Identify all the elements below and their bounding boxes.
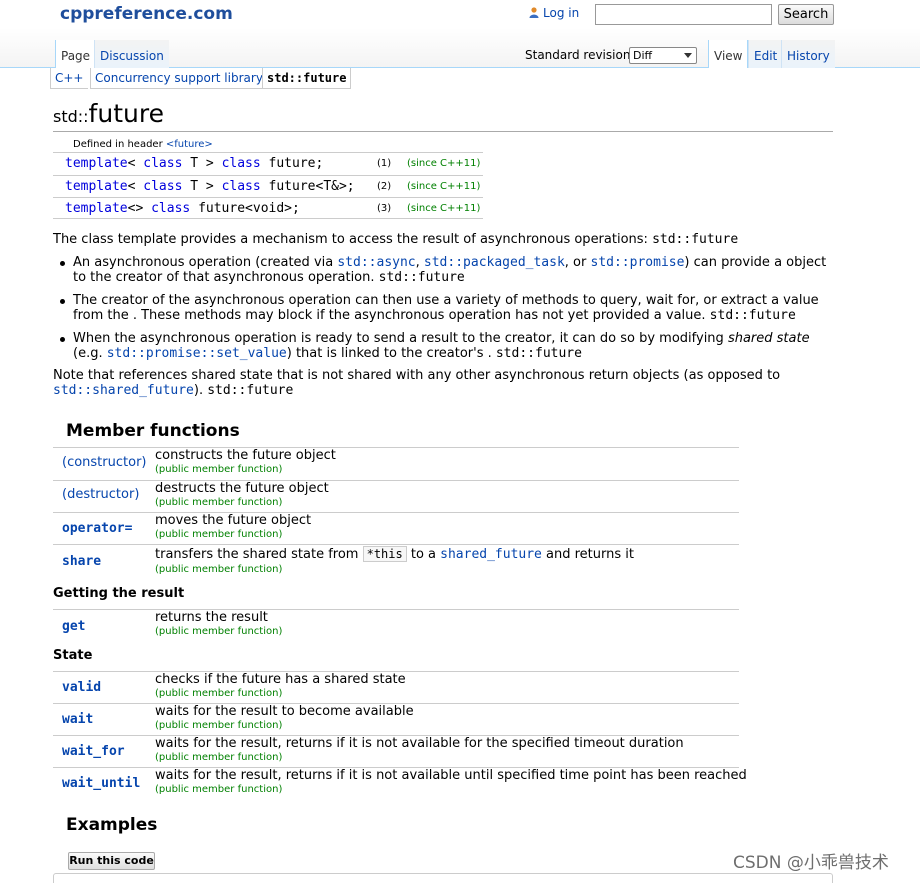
member-get-link[interactable]: get: [62, 619, 85, 634]
member-kind: (public member function): [155, 564, 283, 575]
examples-heading: Examples: [66, 815, 158, 835]
group-state: State: [53, 648, 93, 663]
member-wait-until-link[interactable]: wait_until: [62, 776, 140, 791]
site-logo[interactable]: cppreference.com: [60, 4, 233, 24]
run-code-button[interactable]: Run this code: [68, 852, 155, 870]
defined-in-header: Defined in header <future>: [73, 139, 213, 150]
member-description: constructs the future object: [155, 448, 336, 463]
list-item: An asynchronous operation (created via s…: [60, 255, 843, 285]
member-description: moves the future object: [155, 513, 312, 528]
since-badge: (since C++11): [407, 181, 481, 192]
top-bar: cppreference.com Log in Search Page Disc…: [0, 0, 920, 68]
member-wait-link[interactable]: wait: [62, 712, 93, 727]
breadcrumb-concurrency[interactable]: Concurrency support library: [90, 68, 267, 89]
async-link[interactable]: std::async: [337, 255, 415, 270]
title-name: future: [88, 99, 164, 128]
search-input[interactable]: [595, 4, 772, 25]
declaration-code: template<> class future<void>;: [65, 201, 300, 216]
revision-value: Diff: [633, 49, 653, 62]
member-description: checks if the future has a shared state: [155, 672, 406, 687]
header-label: Defined in header: [73, 139, 163, 150]
declaration-number: (3): [377, 203, 392, 214]
example-code-box: [53, 873, 833, 883]
member-wait-for-link[interactable]: wait_for: [62, 744, 125, 759]
set-value-link[interactable]: std::promise::set_value: [107, 346, 287, 361]
shared-future-link[interactable]: std::shared_future: [53, 383, 194, 398]
shared-future-link[interactable]: shared_future: [440, 547, 542, 562]
member-description: waits for the result to become available: [155, 704, 414, 719]
tab-history[interactable]: History: [781, 40, 835, 68]
intro-paragraph: The class template provides a mechanism …: [53, 232, 739, 247]
member-kind: (public member function): [155, 626, 283, 637]
member-kind: (public member function): [155, 752, 283, 763]
login-label: Log in: [543, 6, 580, 20]
member-kind: (public member function): [155, 464, 283, 475]
tab-discussion[interactable]: Discussion: [94, 40, 169, 68]
member-description: returns the result: [155, 610, 268, 625]
member-destructor-link[interactable]: (destructor): [62, 487, 139, 502]
declaration-row: template< class T > class future<T&>; (2…: [53, 175, 483, 197]
member-description: destructs the future object: [155, 481, 329, 496]
group-getting-result: Getting the result: [53, 586, 185, 601]
member-kind: (public member function): [155, 497, 283, 508]
declaration-row: template< class T > class future; (1) (s…: [53, 152, 483, 174]
watermark: CSDN @小乖兽技术: [733, 853, 889, 873]
tab-view[interactable]: View: [708, 40, 749, 68]
member-description: transfers the shared state from *this to…: [155, 546, 634, 562]
list-item: The creator of the asynchronous operatio…: [60, 293, 843, 323]
page-title: std::future: [53, 99, 833, 132]
since-badge: (since C++11): [407, 203, 481, 214]
member-valid-link[interactable]: valid: [62, 680, 101, 695]
declaration-number: (2): [377, 181, 392, 192]
declaration-number: (1): [377, 158, 392, 169]
member-share-link[interactable]: share: [62, 554, 101, 569]
member-description: waits for the result, returns if it is n…: [155, 768, 747, 783]
login-link[interactable]: Log in: [529, 6, 579, 20]
promise-link[interactable]: std::promise: [591, 255, 685, 270]
search-button[interactable]: Search: [778, 4, 834, 25]
header-link[interactable]: <future>: [166, 139, 213, 150]
standard-revision-label: Standard revision:: [525, 48, 635, 62]
member-operator-assign-link[interactable]: operator=: [62, 521, 132, 536]
member-constructor-link[interactable]: (constructor): [62, 455, 146, 470]
member-functions-heading: Member functions: [66, 421, 240, 441]
member-kind: (public member function): [155, 529, 283, 540]
member-kind: (public member function): [155, 784, 283, 795]
list-item: When the asynchronous operation is ready…: [60, 331, 843, 361]
member-description: waits for the result, returns if it is n…: [155, 736, 684, 751]
declaration-row: template<> class future<void>; (3) (sinc…: [53, 197, 483, 219]
dropdown-caret-icon: [684, 53, 692, 58]
since-badge: (since C++11): [407, 158, 481, 169]
breadcrumb-current: std::future: [262, 68, 352, 89]
tab-page[interactable]: Page: [55, 40, 97, 68]
breadcrumb-cpp[interactable]: C++: [50, 68, 88, 89]
this-code: *this: [362, 546, 407, 562]
member-kind: (public member function): [155, 688, 283, 699]
member-kind: (public member function): [155, 720, 283, 731]
packaged-task-link[interactable]: std::packaged_task: [424, 255, 565, 270]
declaration-code: template< class T > class future<T&>;: [65, 179, 355, 194]
divider: [53, 544, 739, 545]
tab-edit[interactable]: Edit: [748, 40, 783, 68]
note-paragraph: Note that references shared state that i…: [53, 368, 781, 398]
standard-revision-select[interactable]: Diff: [629, 47, 697, 64]
declaration-code: template< class T > class future;: [65, 156, 324, 171]
user-icon: [529, 7, 539, 18]
title-namespace: std::: [53, 107, 89, 126]
